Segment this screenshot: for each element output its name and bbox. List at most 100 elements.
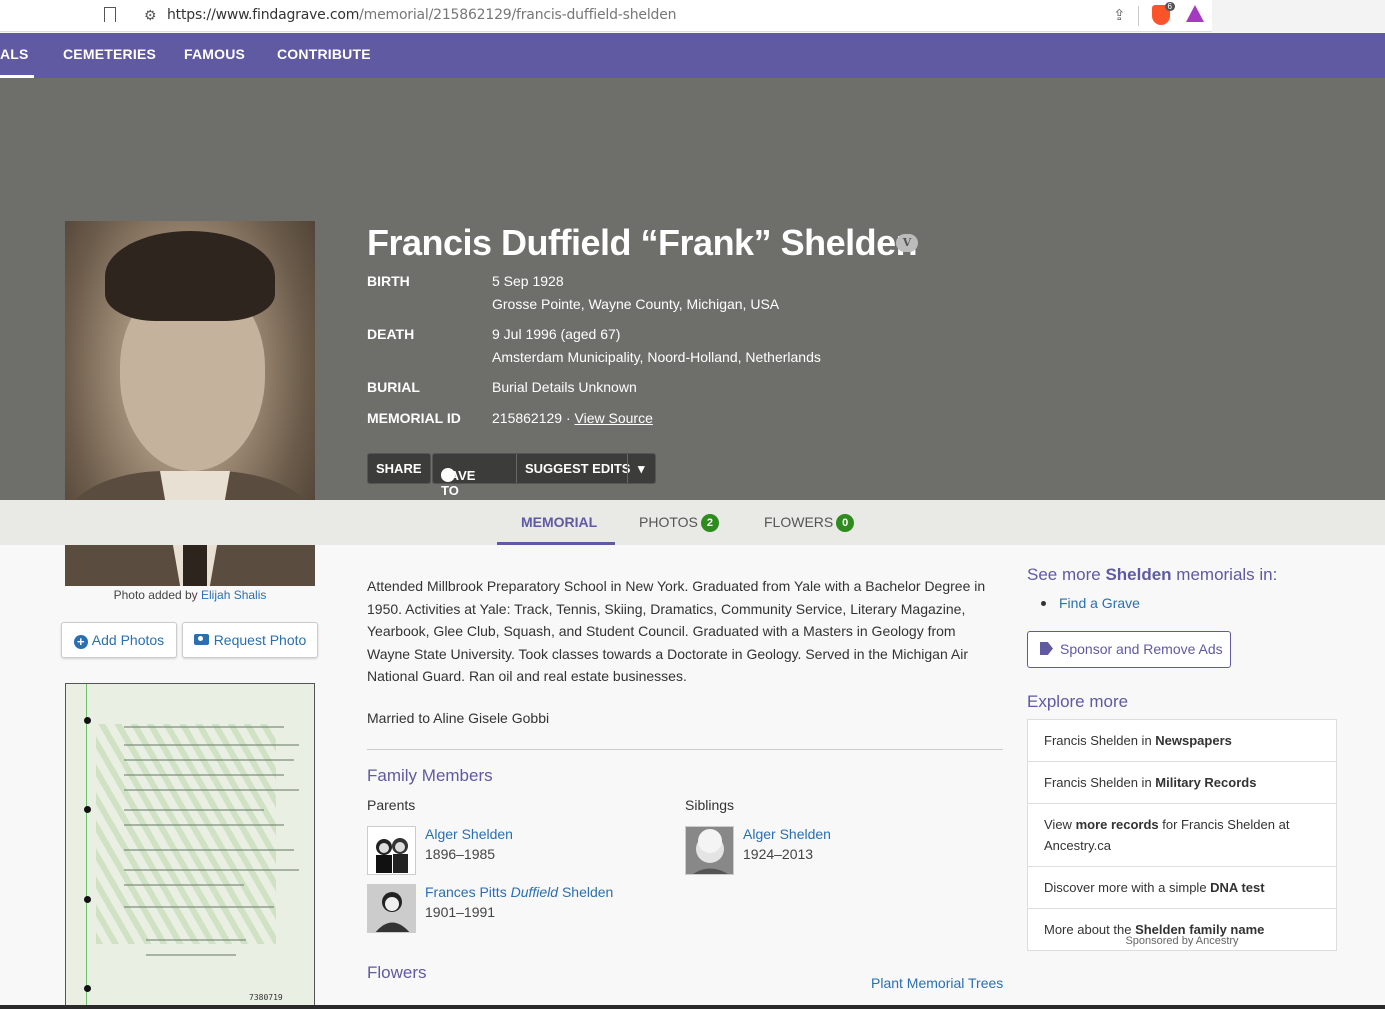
punch-hole <box>84 717 91 724</box>
plant-memorial-trees-link[interactable]: Plant Memorial Trees <box>871 975 1003 991</box>
brave-shields-icon[interactable]: 6 <box>1152 2 1175 25</box>
explore-link-bold: Newspapers <box>1155 733 1232 748</box>
explore-link-bold: more records <box>1075 817 1159 832</box>
photo-credit-user-link[interactable]: Elijah Shalis <box>201 588 266 602</box>
sponsor-remove-ads-button[interactable]: Sponsor and Remove Ads <box>1027 631 1231 668</box>
memorial-id-number: 215862129 · <box>492 410 575 426</box>
nav-contribute[interactable]: CONTRIBUTE <box>277 46 371 62</box>
explore-more-list: Francis Shelden in Newspapers Francis Sh… <box>1027 719 1337 951</box>
site-settings-icon[interactable]: ⚙ <box>144 7 157 24</box>
tab-photos-label: PHOTOS <box>639 514 698 530</box>
camera-icon <box>193 634 209 645</box>
sibling-photo[interactable] <box>685 826 734 875</box>
tab-flowers-label: FLOWERS <box>764 514 834 530</box>
parent-maiden-name: Duffield <box>510 884 559 900</box>
flowers-title: Flowers <box>367 963 427 982</box>
tab-flowers[interactable]: FLOWERS 0 <box>764 514 855 532</box>
url-path: /memorial/215862129/francis-duffield-she… <box>359 7 677 23</box>
explore-more-title: Explore more <box>1027 692 1129 711</box>
flowers-count-badge: 0 <box>836 514 855 532</box>
parent-first-name: Frances Pitts <box>425 884 511 900</box>
document-text-line <box>124 849 294 851</box>
parent-photo[interactable] <box>367 826 416 875</box>
death-label: DEATH <box>367 326 415 342</box>
explore-newspapers-link[interactable]: Francis Shelden in Newspapers <box>1028 720 1336 762</box>
document-text-line <box>146 954 236 956</box>
explore-link-text: Francis Shelden in <box>1044 733 1156 748</box>
family-members-title: Family Members <box>367 766 493 785</box>
tab-photos[interactable]: PHOTOS 2 <box>639 514 719 532</box>
add-icon: + <box>73 635 88 649</box>
see-more-suffix: memorials in: <box>1171 565 1278 584</box>
save-edit-button-group: + SAVE TO SUGGEST EDITS ▾ <box>432 453 656 498</box>
explore-military-records-link[interactable]: Francis Shelden in Military Records <box>1028 762 1336 804</box>
document-pattern <box>96 724 276 944</box>
explore-dna-test-link[interactable]: Discover more with a simple DNA test <box>1028 867 1336 909</box>
sponsor-button-label: Sponsor and Remove Ads <box>1060 641 1223 657</box>
parent-name-link[interactable]: Alger Shelden <box>425 826 513 842</box>
birth-date: 5 Sep 1928 <box>492 273 564 289</box>
suggest-edits-button[interactable]: SUGGEST EDITS <box>525 461 630 476</box>
punch-hole <box>84 896 91 903</box>
sibling-dates: 1924–2013 <box>743 846 814 862</box>
document-text-line <box>124 884 244 886</box>
add-photos-button[interactable]: + Add Photos <box>61 622 177 658</box>
save-to-label: SAVE TO <box>441 468 476 498</box>
document-text-line <box>124 809 264 811</box>
url-field[interactable]: https://www.findagrave.com/memorial/2158… <box>167 7 676 23</box>
nav-cemeteries[interactable]: CEMETERIES <box>63 46 156 62</box>
punch-hole <box>84 806 91 813</box>
site-nav: ALS CEMETERIES FAMOUS CONTRIBUTE <box>0 33 1385 78</box>
parent-photo[interactable] <box>367 884 416 933</box>
list-bullet <box>1041 601 1046 606</box>
marriage-note: Married to Aline Gisele Gobbi <box>367 710 550 726</box>
birth-place: Grosse Pointe, Wayne County, Michigan, U… <box>492 296 780 312</box>
photos-count-badge: 2 <box>700 514 719 532</box>
nav-memorials[interactable]: ALS <box>0 46 29 62</box>
document-number: 7380719 <box>249 993 283 1002</box>
share-button[interactable]: SHARE <box>367 453 431 484</box>
memorial-name: Francis Duffield “Frank” Shelden <box>367 222 918 263</box>
explore-link-text: Discover more with a simple <box>1044 880 1211 895</box>
biography-text: Attended Millbrook Preparatory School in… <box>367 578 986 684</box>
more-options-caret-icon[interactable]: ▾ <box>638 461 645 477</box>
toolbar-divider <box>1138 6 1139 26</box>
brave-rewards-icon[interactable] <box>1186 5 1204 22</box>
shields-count: 6 <box>1164 2 1175 11</box>
document-text-line <box>146 939 246 941</box>
bookmark-icon[interactable] <box>104 7 116 22</box>
parent-last-name: Shelden <box>558 884 614 900</box>
explore-more-records-link[interactable]: View more records for Francis Shelden at… <box>1028 804 1336 867</box>
see-more-surname: Shelden <box>1105 565 1172 584</box>
nav-famous[interactable]: FAMOUS <box>184 46 245 62</box>
death-certificate-photo[interactable]: 7380719 <box>65 683 315 1009</box>
request-photo-button[interactable]: Request Photo <box>182 622 318 658</box>
explore-link-text: Francis Shelden in <box>1044 775 1156 790</box>
parent-dates: 1901–1991 <box>425 904 496 920</box>
view-source-link[interactable]: View Source <box>575 410 653 426</box>
section-divider <box>367 749 1003 750</box>
tab-active-indicator <box>497 542 615 545</box>
verified-icon[interactable]: V <box>896 234 918 252</box>
find-a-grave-link[interactable]: Find a Grave <box>1059 595 1140 611</box>
portrait-hair <box>105 231 275 321</box>
siblings-label: Siblings <box>685 797 735 813</box>
tab-memorial[interactable]: MEMORIAL <box>521 514 597 530</box>
document-text-line <box>124 744 299 746</box>
document-text-line <box>124 869 299 871</box>
url-host: https://www.findagrave.com <box>167 7 360 23</box>
explore-link-bold: Military Records <box>1155 775 1257 790</box>
sibling-name-link[interactable]: Alger Shelden <box>743 826 831 842</box>
button-separator <box>516 454 517 483</box>
burial-label: BURIAL <box>367 379 420 395</box>
parents-label: Parents <box>367 797 416 813</box>
sponsored-by-note: Sponsored by Ancestry <box>1125 935 1239 947</box>
document-text-line <box>124 726 284 728</box>
parent-name-link[interactable]: Frances Pitts Duffield Shelden <box>425 884 613 900</box>
share-page-icon[interactable]: ⇪ <box>1113 6 1126 24</box>
document-text-line <box>124 774 284 776</box>
toolbar-blank-area <box>1212 0 1385 32</box>
document-text-line <box>124 906 274 908</box>
photo-credit: Photo added by Elijah Shalis <box>65 588 315 602</box>
memorial-tabs: MEMORIAL PHOTOS 2 FLOWERS 0 <box>0 500 1385 545</box>
